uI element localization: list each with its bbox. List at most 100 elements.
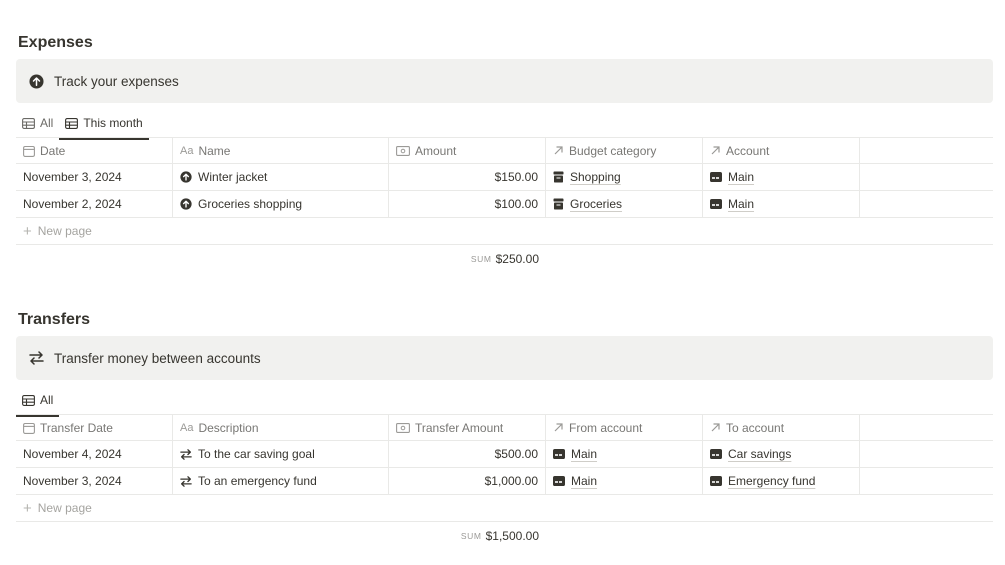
table-header-row: Date Aa Name Amount Budget category Acco… (16, 137, 993, 164)
column-header-description[interactable]: Aa Description (173, 415, 389, 440)
amount-cell[interactable]: $150.00 (389, 164, 546, 190)
arrow-up-right-icon (553, 422, 564, 433)
to-account-cell[interactable]: Car savings (703, 441, 860, 467)
column-header-to-account[interactable]: To account (703, 415, 860, 440)
wallet-card-icon (710, 476, 722, 486)
column-header-transfer-date[interactable]: Transfer Date (16, 415, 173, 440)
add-column-area[interactable] (860, 138, 993, 163)
date-cell[interactable]: November 2, 2024 (16, 191, 173, 217)
page-title-link[interactable]: Groceries shopping (198, 197, 302, 211)
column-label: Transfer Amount (415, 420, 504, 435)
from-account-cell[interactable]: Main (546, 468, 703, 494)
empty-cell (860, 441, 993, 467)
column-label: Account (726, 143, 770, 158)
expenses-callout-text: Track your expenses (54, 73, 179, 89)
column-label: Name (198, 143, 231, 158)
column-header-from-account[interactable]: From account (546, 415, 703, 440)
relation-link[interactable]: Shopping (570, 170, 621, 184)
empty-cell (860, 191, 993, 217)
description-cell[interactable]: To the car saving goal (173, 441, 389, 467)
transfer-arrows-icon (180, 448, 192, 460)
name-cell[interactable]: Groceries shopping (173, 191, 389, 217)
new-page-label: New page (37, 501, 92, 515)
new-page-button[interactable]: + New page (16, 218, 993, 245)
tab-this-month[interactable]: This month (59, 109, 150, 140)
add-column-area[interactable] (860, 415, 993, 440)
relation-link[interactable]: Groceries (570, 197, 622, 211)
description-cell[interactable]: To an emergency fund (173, 468, 389, 494)
table-row[interactable]: November 2, 2024 Groceries shopping $100… (16, 191, 993, 218)
column-header-name[interactable]: Aa Name (173, 138, 389, 163)
expenses-title: Expenses (18, 34, 93, 51)
calculation-row: SUM $250.00 (16, 245, 993, 272)
arrow-up-right-icon (710, 422, 721, 433)
from-account-cell[interactable]: Main (546, 441, 703, 467)
column-label: To account (726, 420, 785, 435)
sum-cell[interactable]: SUM $250.00 (389, 245, 546, 272)
sum-label: SUM (460, 530, 482, 541)
account-cell[interactable]: Main (703, 164, 860, 190)
page-title-link[interactable]: To an emergency fund (198, 474, 317, 488)
plus-icon: + (23, 499, 32, 517)
page-title-link[interactable]: To the car saving goal (198, 447, 315, 461)
column-header-account[interactable]: Account (703, 138, 860, 163)
expenses-callout: Track your expenses (16, 59, 993, 103)
arrow-up-circle-icon (180, 198, 192, 210)
wallet-card-icon (553, 476, 565, 486)
archive-box-icon (553, 171, 564, 183)
tab-label: All (40, 116, 54, 130)
wallet-card-icon (710, 172, 722, 182)
category-cell[interactable]: Groceries (546, 191, 703, 217)
new-page-label: New page (37, 224, 92, 238)
transfers-callout: Transfer money between accounts (16, 336, 993, 380)
amount-cell[interactable]: $1,000.00 (389, 468, 546, 494)
transfers-table: Transfer Date Aa Description Transfer Am… (16, 414, 993, 549)
empty-cell (860, 468, 993, 494)
column-header-date[interactable]: Date (16, 138, 173, 163)
transfer-arrows-icon (28, 350, 44, 366)
relation-link[interactable]: Main (728, 197, 754, 211)
table-row[interactable]: November 3, 2024 Winter jacket $150.00 S… (16, 164, 993, 191)
sum-cell[interactable]: SUM $1,500.00 (389, 522, 546, 549)
relation-link[interactable]: Main (728, 170, 754, 184)
to-account-cell[interactable]: Emergency fund (703, 468, 860, 494)
relation-link[interactable]: Emergency fund (728, 474, 815, 488)
arrow-up-circle-icon (180, 171, 192, 183)
arrow-up-right-icon (710, 145, 721, 156)
sum-label: SUM (470, 253, 492, 264)
table-row[interactable]: November 4, 2024 To the car saving goal … (16, 441, 993, 468)
tab-all[interactable]: All (16, 109, 59, 137)
category-cell[interactable]: Shopping (546, 164, 703, 190)
relation-link[interactable]: Main (571, 447, 597, 461)
tab-all[interactable]: All (16, 386, 60, 417)
text-aa-icon: Aa (180, 144, 194, 157)
empty-cell (860, 164, 993, 190)
column-header-transfer-amount[interactable]: Transfer Amount (389, 415, 546, 440)
date-cell[interactable]: November 4, 2024 (16, 441, 173, 467)
column-header-amount[interactable]: Amount (389, 138, 546, 163)
table-row[interactable]: November 3, 2024 To an emergency fund $1… (16, 468, 993, 495)
page-title-link[interactable]: Winter jacket (198, 170, 267, 184)
table-header-row: Transfer Date Aa Description Transfer Am… (16, 414, 993, 441)
column-label: Amount (415, 143, 457, 158)
relation-link[interactable]: Main (571, 474, 597, 488)
arrow-up-right-icon (553, 145, 564, 156)
relation-link[interactable]: Car savings (728, 447, 791, 461)
new-page-button[interactable]: + New page (16, 495, 993, 522)
amount-cell[interactable]: $100.00 (389, 191, 546, 217)
archive-box-icon (553, 198, 564, 210)
sum-value: $1,500.00 (485, 528, 539, 543)
wallet-card-icon (553, 449, 565, 459)
calculation-row: SUM $1,500.00 (16, 522, 993, 549)
money-icon (396, 422, 410, 433)
account-cell[interactable]: Main (703, 191, 860, 217)
date-cell[interactable]: November 3, 2024 (16, 164, 173, 190)
plus-icon: + (23, 222, 32, 240)
amount-cell[interactable]: $500.00 (389, 441, 546, 467)
column-header-budget-category[interactable]: Budget category (546, 138, 703, 163)
name-cell[interactable]: Winter jacket (173, 164, 389, 190)
date-cell[interactable]: November 3, 2024 (16, 468, 173, 494)
expenses-table: Date Aa Name Amount Budget category Acco… (16, 137, 993, 272)
column-label: Transfer Date (40, 420, 113, 435)
expenses-view-tabs: All This month (16, 109, 150, 140)
